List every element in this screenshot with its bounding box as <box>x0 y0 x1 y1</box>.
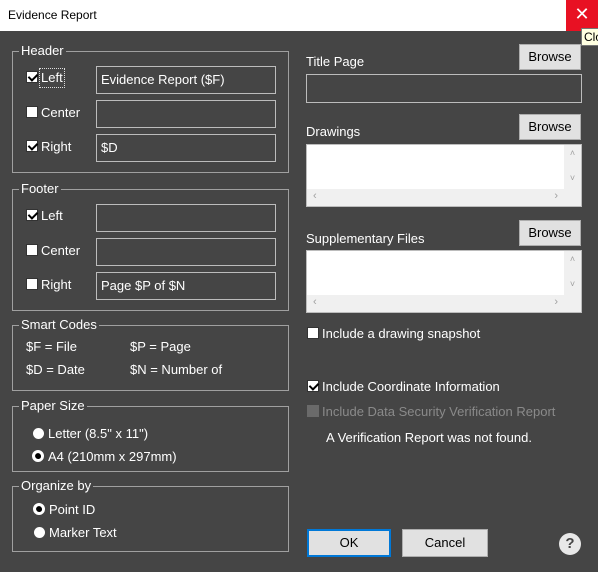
header-center-label[interactable]: Center <box>41 105 80 121</box>
help-icon[interactable]: ? <box>559 533 581 555</box>
organize-marker-text-label[interactable]: Marker Text <box>49 525 117 541</box>
scroll-up-icon[interactable]: ˄ <box>564 254 581 264</box>
header-left-field[interactable]: Evidence Report ($F) <box>96 66 276 94</box>
footer-left-label[interactable]: Left <box>41 208 63 224</box>
paper-letter-label[interactable]: Letter (8.5" x 11") <box>48 426 148 442</box>
close-button[interactable]: ✕ <box>566 0 598 31</box>
smart-code-number: $N = Number of <box>130 362 223 377</box>
smart-code-date: $D = Date <box>26 362 85 377</box>
cancel-button[interactable]: Cancel <box>402 529 488 557</box>
footer-center-field[interactable] <box>96 238 276 266</box>
header-center-checkbox[interactable] <box>26 106 38 118</box>
coordinate-info-checkbox[interactable] <box>307 380 319 392</box>
ok-button[interactable]: OK <box>307 529 391 557</box>
scroll-down-icon[interactable]: ˅ <box>564 279 581 289</box>
smart-code-file: $F = File <box>26 339 77 354</box>
drawings-vertical-scrollbar[interactable]: ˄ ˅ <box>564 145 581 189</box>
header-left-checkbox[interactable] <box>26 71 38 83</box>
drawings-horizontal-scrollbar[interactable]: ‹ › <box>307 189 564 206</box>
paper-a4-radio[interactable] <box>32 450 44 462</box>
smart-codes-group: Smart Codes <box>12 317 289 391</box>
paper-size-legend: Paper Size <box>19 398 87 414</box>
drawings-browse-button[interactable]: Browse <box>519 114 581 140</box>
drawing-snapshot-label[interactable]: Include a drawing snapshot <box>322 326 480 342</box>
security-report-label: Include Data Security Verification Repor… <box>322 404 556 419</box>
scrollbar-corner <box>564 295 581 312</box>
drawing-snapshot-checkbox[interactable] <box>307 327 319 339</box>
title-page-label: Title Page <box>306 54 365 69</box>
header-legend: Header <box>19 43 66 59</box>
footer-left-field[interactable] <box>96 204 276 232</box>
smart-codes-legend: Smart Codes <box>19 317 99 333</box>
footer-left-checkbox[interactable] <box>26 209 38 221</box>
supplementary-horizontal-scrollbar[interactable]: ‹ › <box>307 295 564 312</box>
header-right-field[interactable]: $D <box>96 134 276 162</box>
footer-center-checkbox[interactable] <box>26 244 38 256</box>
title-bar: Evidence Report ✕ <box>0 0 598 31</box>
coordinate-info-label[interactable]: Include Coordinate Information <box>322 379 500 395</box>
paper-letter-radio[interactable] <box>33 428 44 439</box>
supplementary-files-list[interactable]: ˄ ˅ ‹ › <box>306 250 582 313</box>
scroll-left-icon[interactable]: ‹ <box>313 190 317 202</box>
footer-right-checkbox[interactable] <box>26 278 38 290</box>
scroll-right-icon[interactable]: › <box>554 190 558 202</box>
header-right-label[interactable]: Right <box>41 139 71 155</box>
organize-by-legend: Organize by <box>19 478 94 494</box>
title-page-field[interactable] <box>306 74 582 103</box>
drawings-label: Drawings <box>306 124 361 139</box>
paper-a4-label[interactable]: A4 (210mm x 297mm) <box>48 449 177 465</box>
organize-marker-text-radio[interactable] <box>34 527 45 538</box>
organize-by-group: Organize by <box>12 478 289 552</box>
close-icon: ✕ <box>574 4 590 24</box>
smart-code-page: $P = Page <box>130 339 191 354</box>
scroll-right-icon[interactable]: › <box>554 296 558 308</box>
verification-message: A Verification Report was not found. <box>326 430 532 445</box>
security-report-checkbox <box>307 405 319 417</box>
drawings-list[interactable]: ˄ ˅ ‹ › <box>306 144 582 207</box>
footer-right-field[interactable]: Page $P of $N <box>96 272 276 300</box>
header-left-label[interactable]: Left <box>39 68 65 88</box>
scroll-up-icon[interactable]: ˄ <box>564 148 581 158</box>
scrollbar-corner <box>564 189 581 206</box>
organize-point-id-radio[interactable] <box>33 503 45 515</box>
organize-point-id-label[interactable]: Point ID <box>49 502 95 518</box>
header-center-field[interactable] <box>96 100 276 128</box>
supplementary-browse-button[interactable]: Browse <box>519 220 581 246</box>
footer-right-label[interactable]: Right <box>41 277 71 293</box>
scroll-left-icon[interactable]: ‹ <box>313 296 317 308</box>
supplementary-files-label: Supplementary Files <box>306 231 425 246</box>
window-title: Evidence Report <box>8 8 97 22</box>
close-tooltip: Clo <box>581 28 598 46</box>
supplementary-vertical-scrollbar[interactable]: ˄ ˅ <box>564 251 581 295</box>
scroll-down-icon[interactable]: ˅ <box>564 173 581 183</box>
footer-legend: Footer <box>19 181 61 197</box>
footer-center-label[interactable]: Center <box>41 243 80 259</box>
title-page-browse-button[interactable]: Browse <box>519 44 581 70</box>
header-right-checkbox[interactable] <box>26 140 38 152</box>
